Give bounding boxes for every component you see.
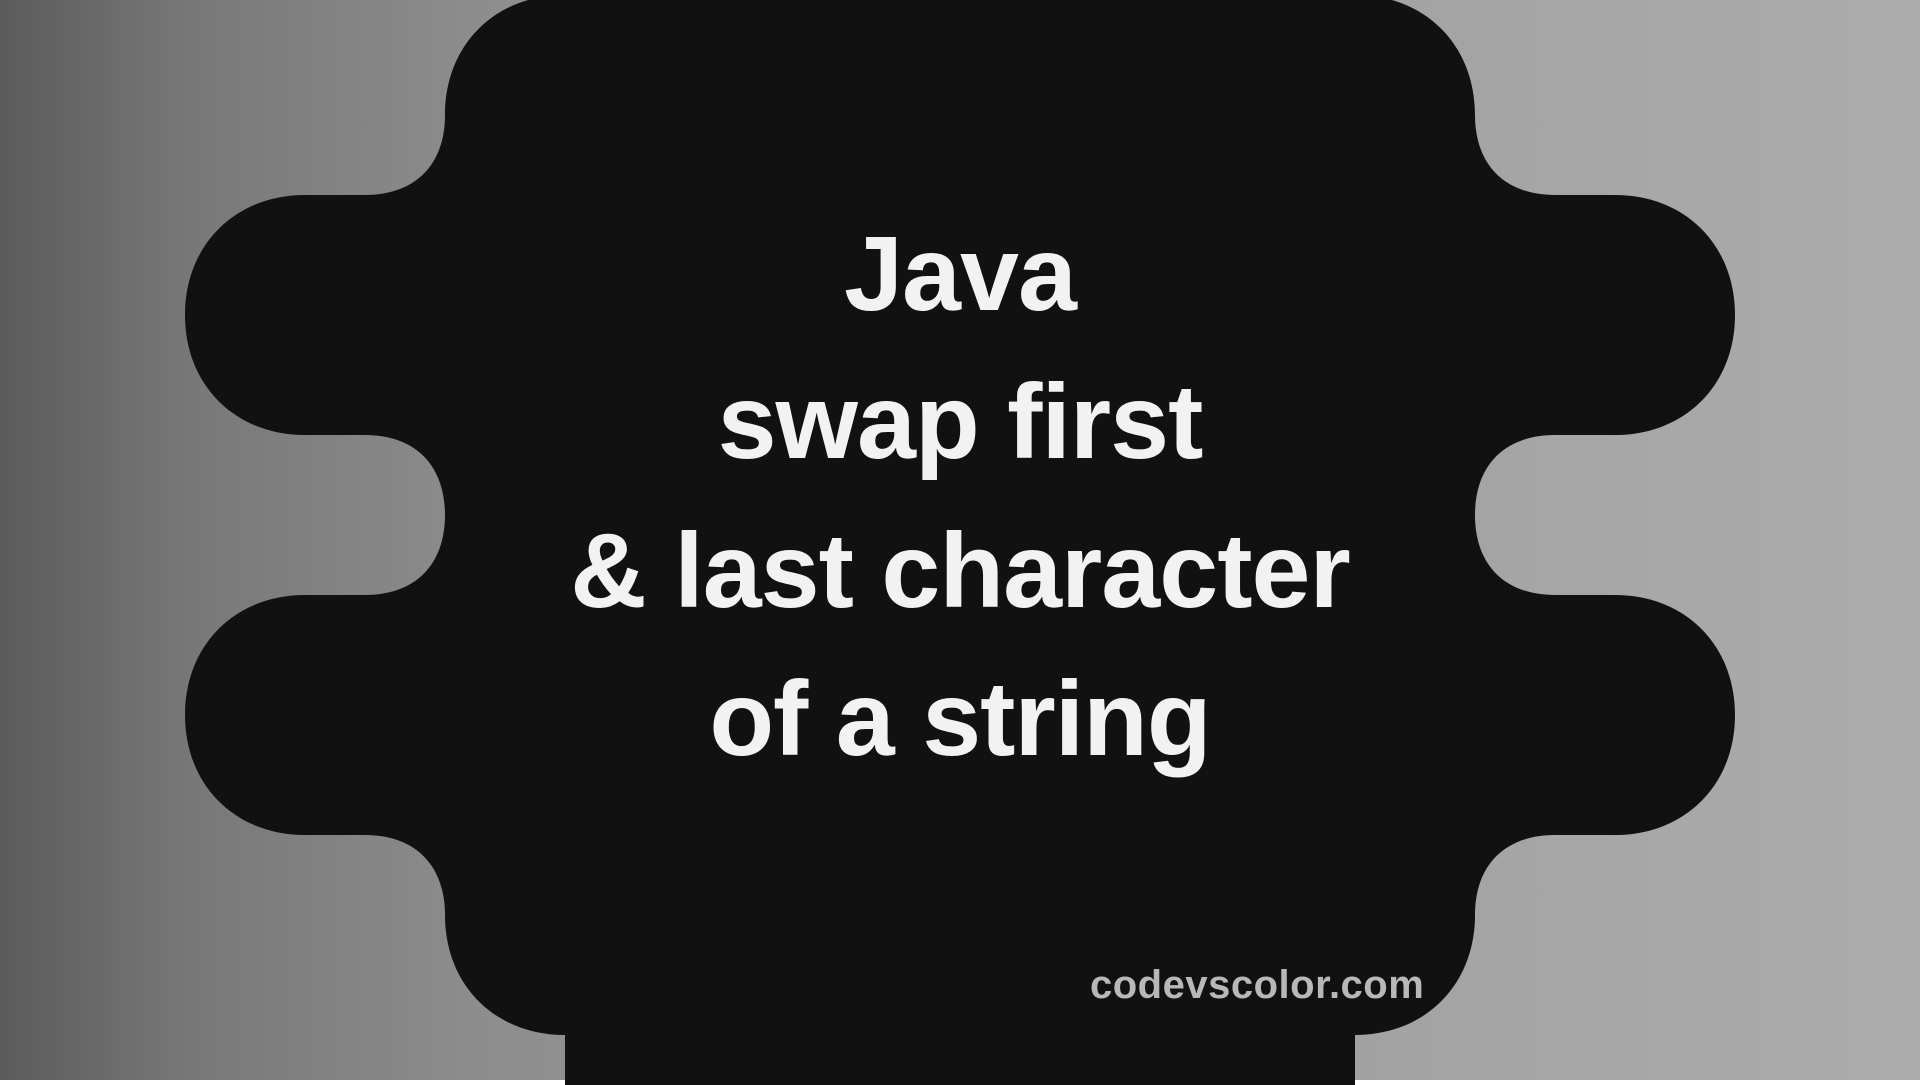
title-line-2: swap first <box>0 348 1920 496</box>
title-line-4: of a string <box>0 645 1920 793</box>
title-line-1: Java <box>0 200 1920 348</box>
graphic-canvas: Java swap first & last character of a st… <box>0 0 1920 1080</box>
title-line-3: & last character <box>0 497 1920 645</box>
watermark-text: codevscolor.com <box>1090 963 1424 1008</box>
title-block: Java swap first & last character of a st… <box>0 200 1920 794</box>
